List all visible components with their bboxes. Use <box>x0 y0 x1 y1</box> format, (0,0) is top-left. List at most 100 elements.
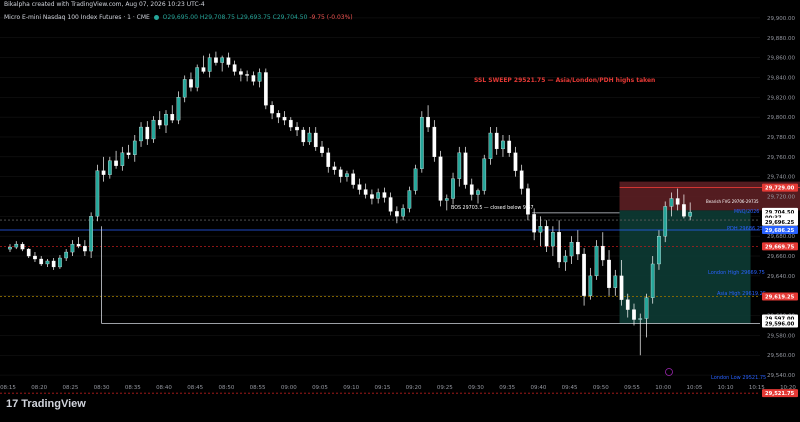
candle-body-up <box>488 132 493 159</box>
tradingview-logo[interactable]: 17 TradingView <box>6 398 86 410</box>
x-tick-label: 08:15 <box>0 385 16 391</box>
bearish-fvg-label: Bearish FVG 29706-29735 <box>706 199 759 204</box>
candle <box>251 71 256 86</box>
candle <box>276 110 281 124</box>
candle-body-down <box>114 160 118 166</box>
y-tick-label: 29,660.00 <box>767 254 795 260</box>
x-tick-label: 09:55 <box>624 385 640 391</box>
candle <box>644 293 649 338</box>
candle-body-up <box>563 255 568 263</box>
y-tick-label: 29,680.00 <box>767 234 795 240</box>
candle <box>469 178 474 201</box>
candle <box>613 269 618 296</box>
candle-body-down <box>39 258 44 265</box>
tradingview-logo-text: TradingView <box>21 398 86 410</box>
candle <box>70 240 75 257</box>
candle-body-down <box>494 132 499 150</box>
candle <box>214 51 218 66</box>
y-tick-label: 29,640.00 <box>767 274 795 280</box>
candle-body-down <box>507 140 512 153</box>
x-tick-label: 08:50 <box>218 385 234 391</box>
candle-body-down <box>607 259 611 288</box>
y-tick-label: 29,900.00 <box>767 16 795 22</box>
price-tag: 29,619.25 <box>762 292 798 301</box>
candle-body-up <box>195 67 200 88</box>
candle-body-up <box>45 260 50 265</box>
candle <box>370 189 374 205</box>
candle <box>519 164 524 195</box>
candle <box>538 216 543 247</box>
candle <box>51 258 56 270</box>
x-tick-label: 09:50 <box>593 385 609 391</box>
candle-body-up <box>257 72 262 82</box>
ohlc-low: L29,693.75 <box>236 14 271 21</box>
candle-body-up <box>688 212 693 217</box>
candle <box>176 91 181 125</box>
candle-body-up <box>89 216 93 252</box>
candle-body-up <box>413 168 418 191</box>
candle <box>295 122 299 136</box>
candle <box>544 220 549 253</box>
x-tick-label: 09:20 <box>406 385 422 391</box>
candle <box>557 220 561 268</box>
candle-body-up <box>444 198 449 201</box>
candle-body-up <box>151 119 156 140</box>
x-tick-label: 08:45 <box>187 385 203 391</box>
candle <box>663 201 668 243</box>
candle-body-up <box>669 198 674 207</box>
price-tag-label: 29,619.25 <box>765 294 795 300</box>
candle <box>407 186 412 213</box>
mnq-label: MNQ/2026 <box>734 209 759 215</box>
candle <box>245 70 249 82</box>
london-low-label: London Low 29521.75 <box>711 375 766 381</box>
candle <box>551 226 555 257</box>
candle <box>476 188 480 204</box>
price-tag: 29,696.25 <box>762 217 798 226</box>
price-tag: 29,669.75 <box>762 242 798 251</box>
chart-area[interactable]: SSL SWEEP 29521.75 — Asia/London/PDH hig… <box>0 0 800 418</box>
price-tag-label: 29,729.00 <box>765 186 795 192</box>
candle-body-up <box>638 318 643 320</box>
candle <box>376 188 381 204</box>
candle-body-down <box>83 245 87 252</box>
price-tag-label: 29,596.00 <box>765 321 795 327</box>
candle <box>107 156 112 179</box>
candle-body-down <box>251 75 256 82</box>
candle <box>575 230 580 260</box>
pdh-label: PDH 29686.25 <box>727 226 763 232</box>
candle <box>526 183 530 221</box>
candle <box>401 204 405 221</box>
candle-body-down <box>245 74 249 76</box>
candle <box>64 249 69 261</box>
candle <box>413 164 418 195</box>
price-tags: 29,729.0029,704.5000:3729,696.2529,686.2… <box>762 183 798 398</box>
candle-body-down <box>76 243 81 247</box>
candle-body-down <box>295 126 299 131</box>
candle-body-down <box>332 166 337 170</box>
candle-body-up <box>482 158 487 191</box>
candle-body-down <box>575 241 580 255</box>
candle-body-up <box>588 275 593 296</box>
candle <box>120 146 125 171</box>
candle <box>382 187 387 203</box>
y-tick-label: 29,860.00 <box>767 56 795 62</box>
y-tick-label: 29,760.00 <box>767 155 795 161</box>
candle <box>226 52 231 68</box>
candle <box>438 150 443 207</box>
price-tag-label: 29,521.75 <box>765 391 795 397</box>
candle-body-up <box>457 152 462 179</box>
candle-body-down <box>600 245 605 261</box>
candle <box>457 146 462 187</box>
y-tick-label: 29,560.00 <box>767 353 795 359</box>
candle <box>39 256 44 266</box>
candle-body-up <box>207 57 212 72</box>
asia-high-label: Asia High 29619.25 <box>717 291 766 297</box>
instrument-legend[interactable]: Micro E-mini Nasdaq 100 Index Futures · … <box>4 14 353 21</box>
candlestick-chart[interactable]: SSL SWEEP 29521.75 — Asia/London/PDH hig… <box>0 0 800 418</box>
price-tag-label: 29,696.25 <box>765 220 795 226</box>
candle <box>588 267 593 300</box>
bos-label: BOS 29703.5 — closed below 9.57 <box>451 205 534 211</box>
candle <box>8 244 12 253</box>
candle <box>101 156 106 182</box>
candle-body-down <box>382 192 387 198</box>
